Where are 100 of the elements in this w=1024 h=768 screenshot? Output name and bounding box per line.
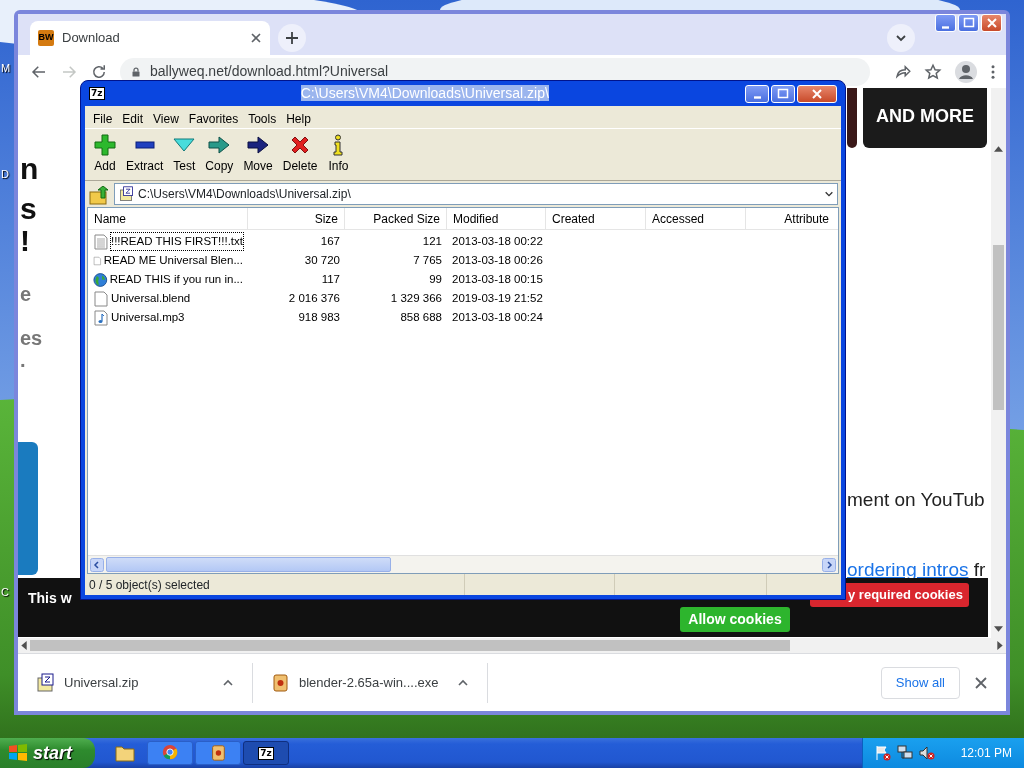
close-button[interactable]: [981, 14, 1002, 32]
table-cell-text: 1 329 366: [389, 290, 443, 306]
scroll-right-icon[interactable]: [822, 557, 836, 572]
maximize-icon: [776, 86, 790, 101]
path-field[interactable]: C:\Users\VM4\Downloads\Universal.zip\: [114, 183, 838, 205]
start-button[interactable]: start: [0, 738, 95, 768]
heading-fragment: e: [20, 284, 32, 304]
download-item[interactable]: Universal.zip: [18, 662, 253, 703]
table-cell-text: 2013-03-18 00:15: [451, 271, 544, 287]
taskbar-button[interactable]: 7z: [243, 741, 289, 765]
network-icon[interactable]: [897, 745, 913, 761]
archive-icon: [118, 186, 134, 202]
chevron-icon: [895, 32, 907, 44]
menu-item[interactable]: Edit: [117, 109, 149, 128]
toolbar-button[interactable]: Extract: [121, 134, 169, 175]
minimize-button[interactable]: [935, 14, 956, 32]
horizontal-scrollbar[interactable]: [88, 555, 838, 573]
maximize-icon: [961, 16, 976, 30]
caret-icon[interactable]: [824, 189, 834, 199]
table-cell[interactable]: Universal.mp3: [88, 308, 248, 327]
column-header[interactable]: Created: [546, 208, 646, 229]
scroll-down-icon[interactable]: [994, 626, 1003, 632]
column-header[interactable]: Attribute: [746, 208, 835, 229]
scroll-right-icon[interactable]: [997, 641, 1003, 650]
column-header[interactable]: Packed Size: [345, 208, 447, 229]
scroll-left-icon[interactable]: [21, 641, 27, 650]
column-header[interactable]: Size: [248, 208, 345, 229]
new-tab-button[interactable]: [278, 24, 306, 52]
scrollbar-thumb[interactable]: [993, 245, 1004, 410]
toolbar-button[interactable]: Delete: [277, 134, 323, 175]
close-icon[interactable]: [250, 32, 262, 44]
cookie-text: This w: [28, 589, 72, 608]
toolbar-button[interactable]: Test: [168, 134, 201, 175]
browser-tab[interactable]: BW Download: [30, 21, 270, 55]
star-icon[interactable]: [924, 62, 942, 81]
minimize-button[interactable]: [745, 84, 769, 103]
column-header[interactable]: Modified: [447, 208, 546, 229]
menu-item[interactable]: Help: [281, 109, 316, 128]
menu-item[interactable]: Favorites: [183, 109, 244, 128]
table-cell[interactable]: READ ME Universal Blen...: [88, 251, 248, 270]
scroll-left-icon[interactable]: [90, 557, 104, 572]
flag-icon[interactable]: [875, 745, 891, 761]
table-cell-text: 7 765: [412, 252, 443, 268]
heading-fragment: n: [20, 154, 39, 184]
profile-icon[interactable]: [954, 59, 978, 84]
tab-search-button[interactable]: [887, 24, 915, 52]
menu-item[interactable]: View: [148, 109, 184, 128]
show-all-button[interactable]: Show all: [880, 666, 960, 699]
table-cell-text: 2019-03-19 21:52: [451, 290, 544, 306]
thumbnail-tile[interactable]: [847, 88, 857, 148]
toolbar-button[interactable]: Copy: [200, 134, 239, 175]
installer-icon: [271, 672, 289, 693]
vertical-scrollbar[interactable]: [991, 88, 1006, 638]
lock-icon[interactable]: [130, 64, 142, 79]
desktop-icon-label[interactable]: C: [1, 584, 9, 601]
maximize-button[interactable]: [958, 14, 979, 32]
taskbar-button[interactable]: [195, 741, 241, 765]
menu-item[interactable]: Tools: [243, 109, 282, 128]
toolbar-button[interactable]: Info: [322, 134, 355, 175]
close-icon[interactable]: [974, 675, 988, 690]
plus-icon: [94, 134, 116, 156]
table-cell[interactable]: READ THIS if you run in...: [88, 270, 248, 289]
promo-tile[interactable]: AND MORE: [863, 88, 987, 148]
favicon: BW: [38, 30, 54, 46]
toolbar-button[interactable]: Move: [238, 134, 278, 175]
document-icon: [93, 233, 109, 250]
close-icon: [810, 86, 824, 101]
heading-fragment: !: [20, 226, 30, 256]
column-header[interactable]: Name: [88, 208, 248, 229]
speaker-muted-icon[interactable]: [919, 745, 935, 761]
table-cell-text: 117: [320, 271, 341, 287]
minimize-icon: [753, 96, 761, 99]
table-cell-text: 2013-03-18 00:26: [451, 252, 544, 268]
download-item[interactable]: blender-2.65a-win....exe: [253, 662, 488, 703]
app-icon: 7z: [89, 87, 105, 100]
table-cell-text: 99: [428, 271, 443, 287]
toolbar-button[interactable]: Add: [89, 134, 121, 175]
arrow-right-icon: [208, 134, 231, 156]
minimize-icon: [942, 25, 949, 29]
scrollbar-thumb[interactable]: [106, 557, 391, 572]
maximize-button[interactable]: [771, 84, 795, 103]
up-folder-button[interactable]: [88, 183, 110, 205]
folder-icon[interactable]: [115, 744, 135, 762]
menu-item[interactable]: File: [88, 109, 118, 128]
close-button[interactable]: [797, 84, 837, 103]
menu-icon[interactable]: [990, 62, 996, 81]
table-cell[interactable]: Universal.blend: [88, 289, 248, 308]
scrollbar-thumb[interactable]: [30, 640, 790, 651]
desktop-icon-label[interactable]: M: [1, 60, 11, 77]
arrow-right-icon: [247, 134, 270, 156]
link[interactable]: ordering intros: [847, 559, 969, 580]
table-cell[interactable]: !!!READ THIS FIRST!!!.txt: [88, 232, 248, 251]
scroll-up-icon[interactable]: [994, 146, 1003, 152]
column-header[interactable]: Accessed: [646, 208, 746, 229]
table-cell-text: 30 720: [303, 252, 341, 268]
taskbar-button[interactable]: [147, 741, 193, 765]
globe-icon: [93, 271, 108, 288]
horizontal-scrollbar[interactable]: [18, 638, 1006, 653]
desktop-icon-label[interactable]: D: [1, 166, 9, 183]
reload-icon[interactable]: [90, 62, 108, 81]
